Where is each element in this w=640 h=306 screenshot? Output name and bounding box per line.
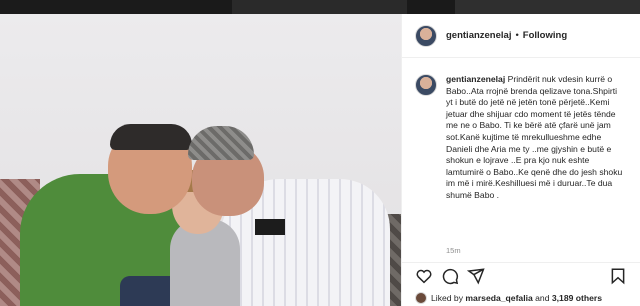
photo-man-hair (110, 124, 192, 150)
paper-plane-icon[interactable] (467, 267, 485, 285)
caption-body: Prindërit nuk vdesin kurrë o Babo..Ata r… (446, 74, 623, 200)
post-side-panel: gentianzenelaj • Following gentianzenela… (401, 14, 640, 306)
feed-background (0, 0, 640, 14)
feed-background-tile (232, 0, 407, 14)
post-timestamp[interactable]: 15m (446, 246, 461, 255)
action-bar (402, 262, 640, 288)
liker-avatar[interactable] (415, 292, 427, 304)
header-username[interactable]: gentianzenelaj (446, 30, 511, 41)
feed-background-tile (0, 0, 190, 14)
caption-username[interactable]: gentianzenelaj (446, 74, 505, 84)
post-photo[interactable] (0, 14, 401, 306)
photo-shirt-pocket (255, 219, 285, 235)
liker-username[interactable]: marseda_qefalia (465, 293, 532, 303)
likes-others-count[interactable]: 3,189 others (552, 293, 602, 303)
feed-background-tile (455, 0, 640, 14)
following-button[interactable]: Following (523, 30, 567, 41)
likes-prefix: Liked by (431, 293, 464, 303)
post-header: gentianzenelaj • Following (402, 14, 640, 58)
caption-text-block: gentianzenelaj Prindërit nuk vdesin kurr… (446, 74, 626, 264)
likes-summary: Liked by marseda_qefalia and 3,189 other… (415, 291, 602, 305)
avatar[interactable] (415, 24, 437, 47)
comment-icon[interactable] (441, 267, 459, 285)
bookmark-icon[interactable] (609, 267, 627, 285)
caption-avatar[interactable] (415, 74, 437, 96)
post-modal: gentianzenelaj • Following gentianzenela… (0, 14, 640, 306)
heart-icon[interactable] (415, 267, 433, 285)
header-separator: • (515, 30, 519, 41)
likes-and: and (535, 293, 550, 303)
post-caption: gentianzenelaj Prindërit nuk vdesin kurr… (402, 74, 640, 264)
